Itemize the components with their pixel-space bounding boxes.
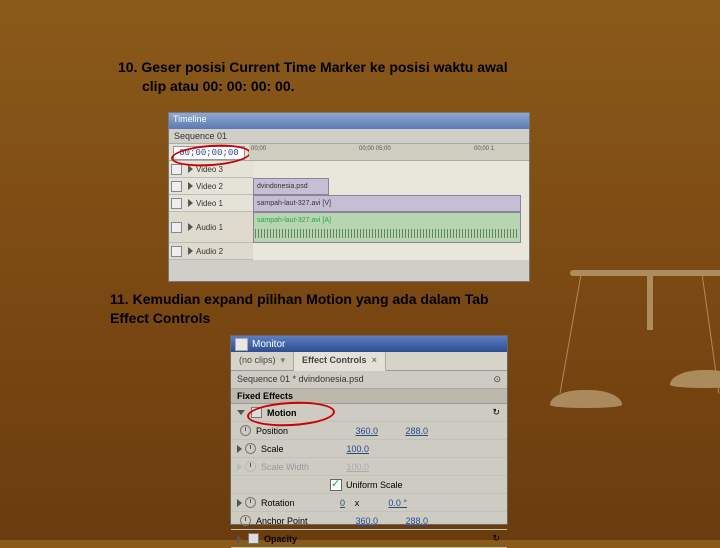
track-headers: Video 3 Video 2 Video 1 Audio 1 Audio 2	[169, 161, 253, 260]
tab-effect-controls[interactable]: Effect Controls ×	[294, 352, 386, 371]
step-number: 10.	[118, 59, 141, 75]
step-number: 11.	[110, 291, 133, 307]
clip-video1[interactable]: sampah-laut-327.avi [V]	[253, 195, 521, 212]
timeline-title: Timeline	[169, 113, 529, 129]
prop-value[interactable]: 0	[325, 498, 345, 508]
sequence-clip-name: Sequence 01 * dvindonesia.psd⊙	[231, 371, 507, 389]
track-header-audio1[interactable]: Audio 1	[169, 212, 253, 243]
monitor-icon	[235, 338, 248, 351]
step-11: 11. Kemudian expand pilihan Motion yang …	[110, 290, 590, 328]
expand-icon[interactable]	[237, 535, 242, 543]
stopwatch-icon[interactable]	[245, 497, 256, 508]
tab-no-clips[interactable]: (no clips) ▾	[231, 352, 294, 370]
waveform	[255, 229, 519, 238]
ruler-tick: 00;00 1	[474, 146, 494, 152]
expand-icon[interactable]	[237, 410, 245, 415]
track-label: Video 1	[196, 199, 223, 208]
scale-row: Scale100.0	[231, 440, 507, 458]
prop-value: 100.0	[325, 462, 369, 472]
timeline-panel: Timeline Sequence 01 00;00;00;00 00;00 0…	[168, 112, 530, 282]
clip-audio1[interactable]: sampah-laut-327.avi [A]	[253, 212, 521, 243]
prop-label: Scale	[261, 444, 325, 454]
expand-icon[interactable]	[237, 445, 242, 453]
stopwatch-icon[interactable]	[245, 443, 256, 454]
motion-row[interactable]: Motion ↻	[231, 404, 507, 422]
reset-icon[interactable]: ↻	[492, 407, 500, 418]
tab-label: Effect Controls	[302, 355, 367, 365]
stopwatch-icon[interactable]	[240, 425, 251, 436]
expand-icon[interactable]	[237, 499, 242, 507]
track-header-video1[interactable]: Video 1	[169, 195, 253, 212]
menu-icon[interactable]: ⊙	[493, 374, 501, 385]
effect-controls-panel: Monitor (no clips) ▾ Effect Controls × Seq…	[230, 335, 508, 525]
expand-icon	[237, 463, 242, 471]
time-ruler[interactable]: 00;00 00;00 05;00 00;00 1	[249, 144, 529, 160]
eye-icon[interactable]	[171, 181, 182, 192]
monitor-titlebar: Monitor	[231, 336, 507, 352]
step-text-line2: clip atau 00: 00: 00: 00.	[118, 77, 588, 96]
expand-icon[interactable]	[188, 223, 193, 231]
rotation-row: Rotation0x0.0 °	[231, 494, 507, 512]
prop-label: Position	[256, 426, 334, 436]
prop-label: Scale Width	[261, 462, 325, 472]
speaker-icon[interactable]	[171, 246, 182, 257]
expand-icon[interactable]	[188, 165, 193, 173]
stopwatch-icon[interactable]	[240, 515, 251, 526]
uniform-label: Uniform Scale	[346, 480, 403, 490]
track-header-video2[interactable]: Video 2	[169, 178, 253, 195]
ruler-tick: 00;00	[251, 146, 266, 152]
clip-label: sampah-laut-327.avi [A]	[257, 217, 331, 224]
step-text: Geser posisi Current Time Marker ke posi…	[141, 59, 507, 75]
prop-label: Rotation	[261, 498, 325, 508]
reset-icon[interactable]: ↻	[492, 533, 500, 544]
close-icon[interactable]: ×	[372, 355, 377, 365]
step-text-line2: Effect Controls	[110, 310, 210, 326]
prop-value[interactable]: 100.0	[325, 444, 369, 454]
track-label: Audio 2	[196, 247, 223, 256]
monitor-tabs: (no clips) ▾ Effect Controls ×	[231, 352, 507, 371]
track-label: Audio 1	[196, 223, 223, 232]
prop-value[interactable]: 288.0	[384, 426, 428, 436]
eye-icon[interactable]	[171, 198, 182, 209]
prop-value[interactable]: 360.0	[334, 516, 378, 526]
speaker-icon[interactable]	[171, 222, 182, 233]
prop-value[interactable]: 360.0	[334, 426, 378, 436]
anchor-point-row: Anchor Point360.0 288.0	[231, 512, 507, 530]
track-label: Video 2	[196, 182, 223, 191]
opacity-label: Opacity	[264, 534, 492, 544]
timecode-field[interactable]: 00;00;00;00	[173, 146, 245, 160]
expand-icon[interactable]	[188, 247, 193, 255]
effect-toggle[interactable]	[248, 533, 259, 544]
track-body[interactable]: dvindonesia.psd sampah-laut-327.avi [V] …	[253, 161, 529, 260]
prop-label: Anchor Point	[256, 516, 334, 526]
sequence-tab[interactable]: Sequence 01	[169, 129, 529, 143]
track-header-audio2[interactable]: Audio 2	[169, 243, 253, 260]
monitor-title: Monitor	[252, 339, 285, 350]
uniform-checkbox[interactable]	[330, 479, 342, 491]
expand-icon[interactable]	[188, 199, 193, 207]
fixed-effects-header: Fixed Effects	[231, 389, 507, 404]
uniform-scale-row: Uniform Scale	[231, 476, 507, 494]
scale-width-row: Scale Width100.0	[231, 458, 507, 476]
prop-value[interactable]: 0.0 °	[363, 498, 407, 508]
tab-label: (no clips)	[239, 355, 276, 365]
ruler-tick: 00;00 05;00	[359, 146, 391, 152]
stopwatch-icon	[245, 461, 256, 472]
prop-value[interactable]: 288.0	[384, 516, 428, 526]
eye-icon[interactable]	[171, 164, 182, 175]
chevron-down-icon[interactable]: ▾	[281, 355, 286, 365]
opacity-row[interactable]: Opacity↻	[231, 530, 507, 548]
step-10: 10. Geser posisi Current Time Marker ke …	[118, 58, 588, 96]
clip-video2[interactable]: dvindonesia.psd	[253, 178, 329, 195]
step-text: Kemudian expand pilihan Motion yang ada …	[133, 291, 489, 307]
expand-icon[interactable]	[188, 182, 193, 190]
